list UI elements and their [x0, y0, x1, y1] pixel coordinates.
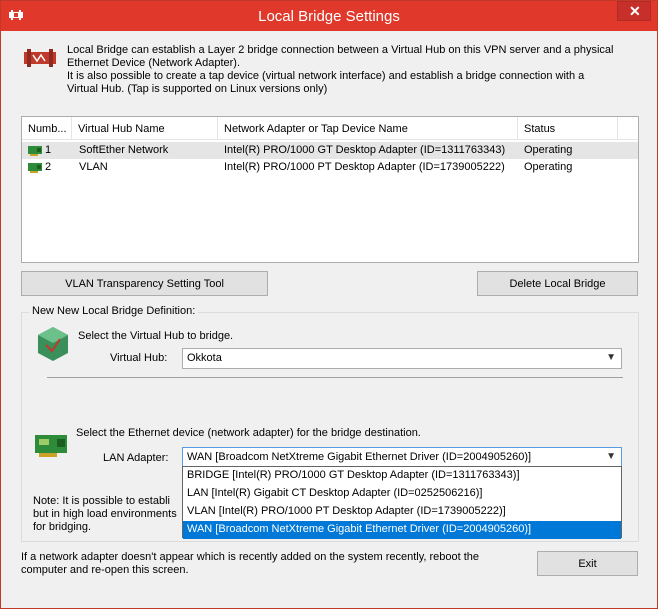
group-title: New New Local Bridge Definition: — [29, 305, 199, 317]
intro-line: Local Bridge can establish a Layer 2 bri… — [67, 44, 614, 56]
dropdown-option[interactable]: BRIDGE [Intel(R) PRO/1000 GT Desktop Ada… — [183, 467, 621, 485]
lan-adapter-value: WAN [Broadcom NetXtreme Gigabit Ethernet… — [187, 451, 532, 463]
device-prompt: Select the Ethernet device (network adap… — [76, 427, 421, 439]
window-title: Local Bridge Settings — [258, 8, 400, 25]
virtual-hub-select[interactable]: Okkota ▼ — [182, 348, 622, 369]
bridge-icon — [23, 47, 57, 69]
column-header-adapter[interactable]: Network Adapter or Tap Device Name — [218, 117, 518, 140]
note-line: but in high load environments — [33, 508, 177, 520]
intro-line: Ethernet Device (Network Adapter). — [67, 57, 241, 69]
lan-adapter-label: LAN Adapter: — [103, 452, 169, 464]
column-header-status[interactable]: Status — [518, 117, 618, 140]
local-bridge-settings-window: Local Bridge Settings ✕ Local Bridge can… — [0, 0, 658, 609]
cell-status: Operating — [524, 144, 573, 156]
cell-adapter: Intel(R) PRO/1000 PT Desktop Adapter (ID… — [224, 161, 505, 173]
table-row[interactable]: 2 VLAN Intel(R) PRO/1000 PT Desktop Adap… — [22, 159, 638, 176]
footer-line: computer and re-open this screen. — [21, 564, 189, 576]
cell-adapter: Intel(R) PRO/1000 GT Desktop Adapter (ID… — [224, 144, 506, 156]
exit-button[interactable]: Exit — [537, 551, 638, 576]
close-button[interactable]: ✕ — [617, 1, 651, 21]
intro-line: Virtual Hub. (Tap is supported on Linux … — [67, 83, 328, 95]
dropdown-option[interactable]: LAN [Intel(R) Gigabit CT Desktop Adapter… — [183, 485, 621, 503]
footer-line: If a network adapter doesn't appear whic… — [21, 551, 480, 563]
lan-adapter-select[interactable]: WAN [Broadcom NetXtreme Gigabit Ethernet… — [182, 447, 622, 468]
note-text: Note: It is possible to establi but in h… — [33, 495, 183, 534]
note-line: for bridging. — [33, 521, 92, 533]
hub-prompt: Select the Virtual Hub to bridge. — [78, 330, 234, 342]
close-icon: ✕ — [629, 3, 641, 19]
network-card-icon — [28, 146, 42, 156]
divider — [47, 377, 623, 378]
cell-status: Operating — [524, 161, 573, 173]
column-header-hub[interactable]: Virtual Hub Name — [72, 117, 218, 140]
cell-number: 1 — [45, 144, 52, 156]
dropdown-option-selected[interactable]: WAN [Broadcom NetXtreme Gigabit Ethernet… — [183, 521, 621, 539]
cell-hub: SoftEther Network — [79, 144, 169, 156]
cell-number: 2 — [45, 161, 52, 173]
virtual-hub-value: Okkota — [187, 352, 222, 364]
dropdown-option[interactable]: VLAN [Intel(R) PRO/1000 PT Desktop Adapt… — [183, 503, 621, 521]
lan-adapter-dropdown-list[interactable]: BRIDGE [Intel(R) PRO/1000 GT Desktop Ada… — [182, 466, 622, 539]
cell-hub: VLAN — [79, 161, 108, 173]
chevron-down-icon: ▼ — [606, 352, 616, 363]
footer-hint: If a network adapter doesn't appear whic… — [21, 551, 511, 577]
note-line: Note: It is possible to establi — [33, 495, 170, 507]
vlan-transparency-button[interactable]: VLAN Transparency Setting Tool — [21, 271, 268, 296]
delete-local-bridge-button[interactable]: Delete Local Bridge — [477, 271, 638, 296]
virtual-hub-label: Virtual Hub: — [110, 352, 168, 364]
virtual-hub-icon — [38, 327, 68, 361]
table-row[interactable]: 1 SoftEther Network Intel(R) PRO/1000 GT… — [22, 142, 638, 159]
title-bar[interactable]: Local Bridge Settings ✕ — [1, 1, 657, 31]
column-header-number[interactable]: Numb... — [22, 117, 72, 140]
intro-line: It is also possible to create a tap devi… — [67, 70, 585, 82]
network-adapter-icon — [35, 435, 67, 457]
network-card-icon — [28, 163, 42, 173]
intro-description: Local Bridge can establish a Layer 2 bri… — [67, 44, 637, 96]
bridge-list-table[interactable]: Numb... Virtual Hub Name Network Adapter… — [21, 116, 639, 263]
chevron-down-icon: ▼ — [606, 451, 616, 462]
table-header: Numb... Virtual Hub Name Network Adapter… — [22, 117, 638, 140]
